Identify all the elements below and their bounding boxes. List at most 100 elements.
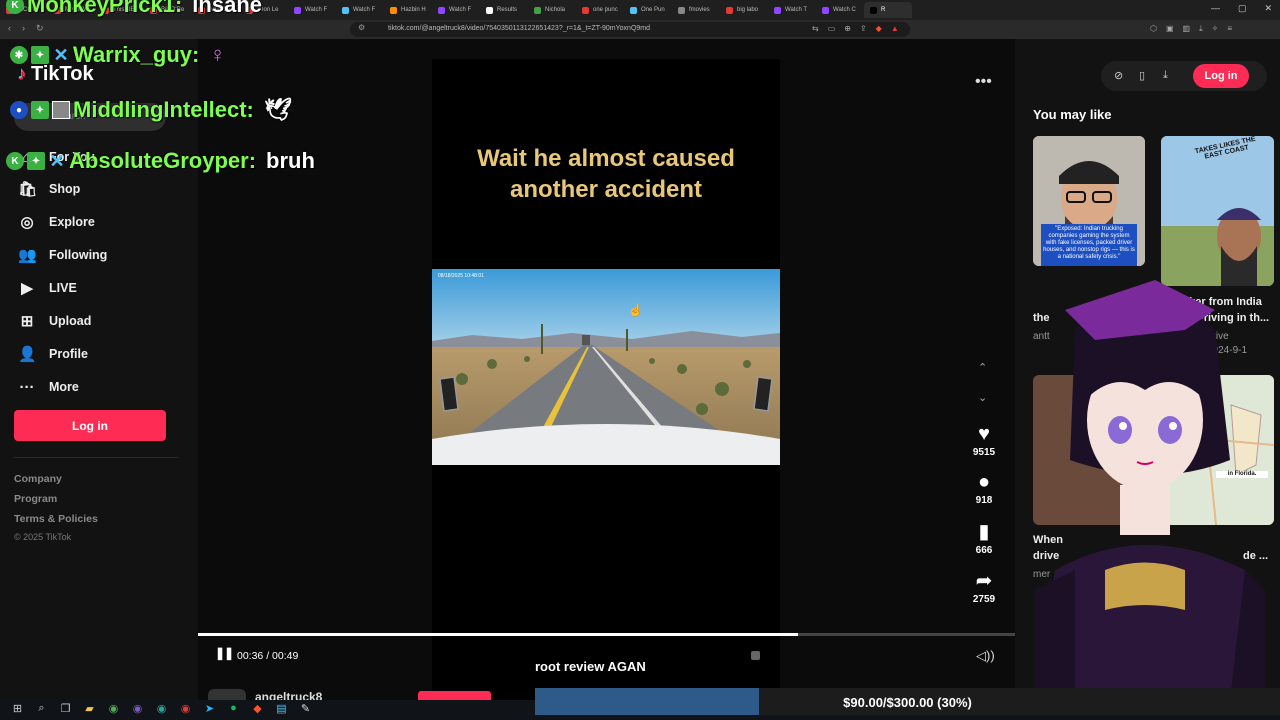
- browser-tab[interactable]: Results: [480, 2, 528, 18]
- app-icon[interactable]: ◉: [106, 702, 121, 715]
- sidebar-icon[interactable]: ▥: [1183, 24, 1191, 34]
- caption-toggle-icon[interactable]: [751, 651, 760, 660]
- pause-icon[interactable]: ❚❚: [215, 646, 234, 660]
- item-1-author[interactable]: antt: [1033, 331, 1050, 342]
- sparkle-badge-icon: ✦: [31, 46, 49, 64]
- browser-tab[interactable]: Watch F: [432, 2, 480, 18]
- close-icon[interactable]: ✕: [1264, 3, 1272, 14]
- sidebar-login-button[interactable]: Log in: [14, 410, 166, 441]
- item-3-title[interactable]: When: [1033, 534, 1063, 546]
- sidebar-item-label: More: [49, 380, 79, 394]
- zoom-icon[interactable]: ⊕: [844, 24, 851, 33]
- coin-icon[interactable]: ⊘: [1114, 69, 1123, 82]
- sidebar-item-more[interactable]: ··· More: [18, 375, 79, 399]
- avatar[interactable]: [208, 689, 246, 700]
- phone-icon[interactable]: ▯: [1139, 69, 1145, 82]
- save-button[interactable]: ▮ 666: [962, 521, 1006, 556]
- tab-label: R: [881, 7, 886, 13]
- leo-icon[interactable]: ✧: [1212, 24, 1219, 34]
- browser-tab[interactable]: one punc: [576, 2, 624, 18]
- browser-tab[interactable]: Watch F: [288, 2, 336, 18]
- search-icon[interactable]: ⌕: [34, 702, 49, 715]
- video-progress-bar[interactable]: [198, 633, 1015, 636]
- address-bar: ‹ › ↻ ⊓ ⚙ tiktok.com/@angeltruck8/video/…: [0, 20, 1280, 39]
- sidebar-item-upload[interactable]: ⊞ Upload: [18, 309, 92, 333]
- app-icon[interactable]: ▤: [274, 702, 289, 715]
- alert-icon[interactable]: ▲: [891, 24, 899, 33]
- telegram-icon[interactable]: ➤: [202, 702, 217, 715]
- chat-message-2: ✱ ✦ ✕ Warrix_guy: ♀: [10, 42, 226, 68]
- item-3-author[interactable]: mer: [1033, 569, 1050, 580]
- tab-label: Watch C: [833, 7, 856, 13]
- brave-shield-icon[interactable]: ◆: [876, 24, 882, 33]
- recommended-thumb-1[interactable]: "Exposed: Indian trucking companies gami…: [1033, 136, 1145, 266]
- browser-tab[interactable]: Watch F: [336, 2, 384, 18]
- browser-tab[interactable]: big labo: [720, 2, 768, 18]
- reload-icon[interactable]: ↻: [36, 23, 44, 34]
- task-view-icon[interactable]: ❐: [58, 702, 73, 715]
- spotify-icon[interactable]: ●: [226, 702, 241, 715]
- item-1-title[interactable]: the: [1033, 312, 1050, 324]
- save-count: 666: [975, 545, 993, 556]
- browser-tab[interactable]: One Pun: [624, 2, 672, 18]
- share-icon[interactable]: ⇪: [860, 24, 867, 33]
- next-video-icon[interactable]: ⌄: [978, 391, 987, 404]
- share-button[interactable]: ➦ 2759: [962, 570, 1006, 605]
- chrome-icon[interactable]: ◉: [178, 702, 193, 715]
- footer-company[interactable]: Company: [14, 473, 62, 485]
- app-icon[interactable]: ◉: [154, 702, 169, 715]
- app-icon[interactable]: ✎: [298, 702, 313, 715]
- back-icon[interactable]: ‹: [8, 23, 11, 33]
- sidebar-item-live[interactable]: ▶ LIVE: [18, 276, 77, 300]
- wallet-icon[interactable]: ▣: [1166, 24, 1174, 34]
- sidebar-item-label: Upload: [49, 314, 92, 328]
- sidebar-item-profile[interactable]: 👤 Profile: [18, 342, 88, 366]
- recommended-thumb-3[interactable]: [1033, 375, 1143, 525]
- item-4-title[interactable]: de ...: [1243, 550, 1268, 562]
- header-login-button[interactable]: Log in: [1193, 64, 1249, 88]
- screen-icon[interactable]: ▭: [828, 24, 836, 33]
- file-explorer-icon[interactable]: ▰: [82, 702, 97, 715]
- item-2-title-line2[interactable]: driving in th...: [1197, 312, 1269, 324]
- browser-tab[interactable]: Watch C: [816, 2, 864, 18]
- minimize-icon[interactable]: —: [1211, 3, 1220, 14]
- windows-start-icon[interactable]: ⊞: [10, 702, 25, 715]
- footer-program[interactable]: Program: [14, 493, 57, 505]
- video-area[interactable]: Wait he almost caused another accident 0…: [198, 39, 1015, 700]
- video-player[interactable]: Wait he almost caused another accident 0…: [432, 59, 780, 700]
- item-2-author[interactable]: drive: [1207, 331, 1229, 342]
- video-time: 00:36 / 00:49: [237, 650, 299, 662]
- maximize-icon[interactable]: ▢: [1238, 3, 1247, 14]
- browser-tab[interactable]: R: [864, 2, 912, 18]
- app-icon[interactable]: ◉: [130, 702, 145, 715]
- volume-icon[interactable]: ◁)): [976, 648, 995, 664]
- item-2-title[interactable]: cker from India: [1183, 296, 1262, 308]
- forward-icon[interactable]: ›: [22, 23, 25, 33]
- menu-icon[interactable]: ≡: [1227, 24, 1232, 34]
- translate-icon[interactable]: ⇆: [812, 24, 819, 33]
- extension-icon[interactable]: ⬡: [1150, 24, 1157, 34]
- download-icon[interactable]: ⤓: [1163, 69, 1168, 82]
- donation-goal-text: $90.00/$300.00 (30%): [843, 695, 972, 710]
- recommended-thumb-4[interactable]: in Florida.: [1161, 375, 1274, 525]
- like-button[interactable]: ♥ 9515: [962, 423, 1006, 458]
- browser-tab[interactable]: Watch T: [768, 2, 816, 18]
- follow-button[interactable]: [418, 691, 491, 700]
- browser-tab[interactable]: fmovies: [672, 2, 720, 18]
- more-options-icon[interactable]: •••: [975, 73, 992, 91]
- sidebar-item-following[interactable]: 👥 Following: [18, 243, 107, 267]
- item-3-title-line2[interactable]: drive: [1033, 550, 1059, 562]
- browser-tab[interactable]: Hazbin H: [384, 2, 432, 18]
- sidebar-item-shop[interactable]: 🛍 Shop: [18, 177, 80, 201]
- brave-icon[interactable]: ◆: [250, 702, 265, 715]
- previous-video-icon[interactable]: ⌃: [978, 361, 987, 374]
- browser-tab[interactable]: Nichola: [528, 2, 576, 18]
- site-info-icon[interactable]: ⚙: [358, 23, 365, 32]
- recommended-thumb-2[interactable]: TAKES LIKES THE EAST COAST: [1161, 136, 1274, 286]
- comment-button[interactable]: ● 918: [962, 471, 1006, 506]
- sidebar-item-explore[interactable]: ◎ Explore: [18, 210, 94, 234]
- chat-message-1: K MonkeyPrick1: insane: [6, 0, 262, 18]
- chat-message-4: K ✦ ✕ AbsoluteGroyper: bruh: [6, 148, 315, 174]
- footer-terms[interactable]: Terms & Policies: [14, 513, 98, 525]
- downloads-icon[interactable]: ⤓: [1199, 24, 1203, 34]
